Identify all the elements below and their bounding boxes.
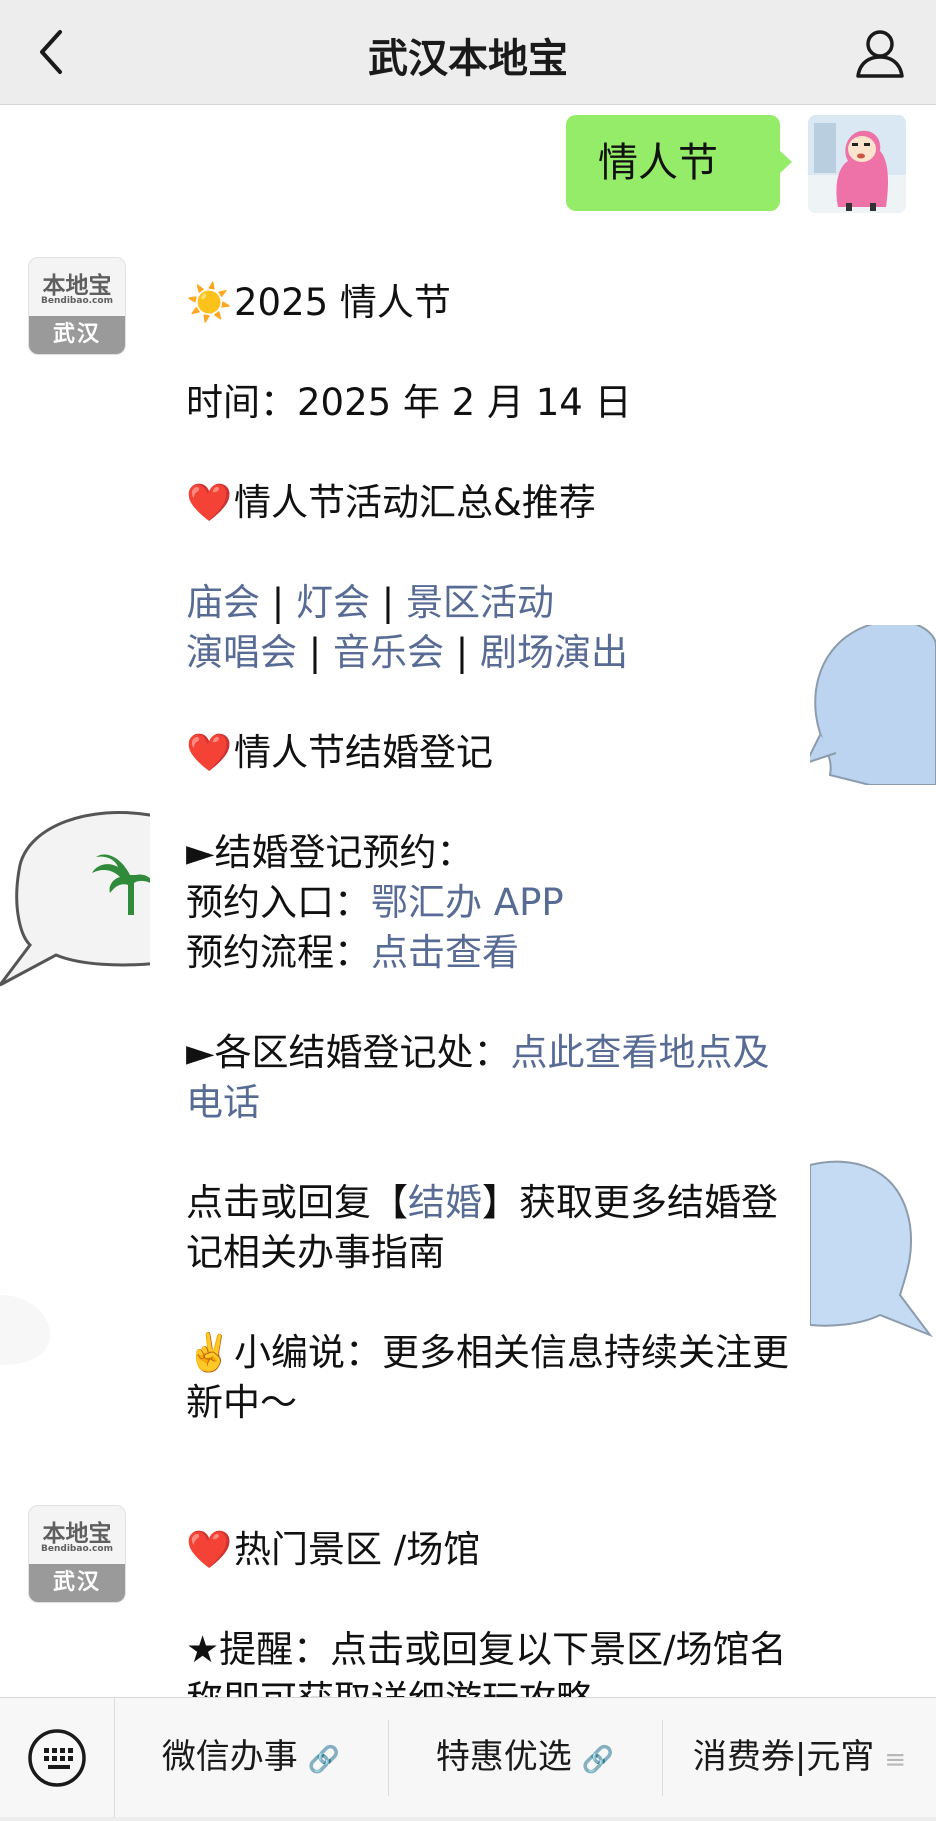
- link-temple-fair[interactable]: 庙会: [186, 581, 260, 624]
- reminder-text: ★提醒：点击或回复以下景区/场馆名称即可获取详细游玩攻略: [186, 1628, 787, 1697]
- activity-links-row-2: 演唱会 | 音乐会 | 剧场演出: [186, 628, 796, 678]
- editor-note-text: 小编说：更多相关信息持续关注更新中～: [186, 1331, 789, 1424]
- reply-hint-pre: 点击或回复【: [186, 1181, 408, 1224]
- booking-process-line: 预约流程：点击查看: [186, 928, 796, 978]
- link-booking-process[interactable]: 点击查看: [371, 931, 519, 974]
- section-heading-marriage: ❤️情人节结婚登记: [186, 728, 796, 778]
- top-bar: 武汉本地宝: [0, 0, 936, 105]
- section-heading-activities: ❤️情人节活动汇总&推荐: [186, 478, 796, 528]
- message-title-line: ☀️2025 情人节: [186, 278, 796, 328]
- heart-icon: ❤️: [186, 731, 233, 774]
- link-lantern-show[interactable]: 灯会: [296, 581, 370, 624]
- avatar-brand-text: 本地宝: [42, 272, 112, 299]
- bottom-menu-bar: 微信办事 🔗 特惠优选 🔗 消费券|元宵 ≡: [0, 1697, 936, 1817]
- profile-button[interactable]: [850, 24, 910, 84]
- menu-item-wechat-services[interactable]: 微信办事 🔗: [115, 1698, 387, 1817]
- link-separator: |: [297, 631, 333, 674]
- bot-avatar[interactable]: 本地宝 Bendibao.com 武汉: [28, 1505, 126, 1603]
- event-title: 2025 情人节: [234, 281, 451, 324]
- section-title: 热门景区 /场馆: [234, 1528, 481, 1571]
- menu-item-label: 微信办事: [161, 1737, 298, 1777]
- bot-avatar[interactable]: 本地宝 Bendibao.com 武汉: [28, 257, 126, 355]
- offices-label: ►各区结婚登记处：: [186, 1031, 511, 1074]
- bot-message: ❤️热门景区 /场馆 ★提醒：点击或回复以下景区/场馆名称即可获取详细游玩攻略: [186, 1525, 796, 1697]
- link-marriage-keyword[interactable]: 结婚: [408, 1181, 482, 1224]
- link-concert[interactable]: 演唱会: [186, 631, 297, 674]
- link-theater-shows[interactable]: 剧场演出: [480, 631, 628, 674]
- menu-item-label: 消费券|元宵: [692, 1737, 875, 1777]
- link-separator: |: [370, 581, 406, 624]
- menu-lines-icon: ≡: [884, 1745, 907, 1775]
- editor-note: ✌️小编说：更多相关信息持续关注更新中～: [186, 1328, 796, 1428]
- heart-icon: ❤️: [186, 481, 233, 524]
- activity-links-row-1: 庙会 | 灯会 | 景区活动: [186, 578, 796, 628]
- booking-entry-label: 预约入口：: [186, 881, 371, 924]
- event-time: 时间：2025 年 2 月 14 日: [186, 381, 632, 424]
- user-message-bubble[interactable]: 情人节: [566, 115, 792, 211]
- avatar-city-text: 武汉: [29, 316, 125, 354]
- link-scenic-activities[interactable]: 景区活动: [406, 581, 554, 624]
- booking-heading: ►结婚登记预约：: [186, 831, 474, 874]
- link-icon: 🔗: [307, 1745, 341, 1775]
- chat-area[interactable]: 情人节 本地宝 Bendibao.com 武汉 ☀️2025 情人节 时间：20…: [0, 105, 936, 1697]
- menu-item-coupons[interactable]: 消费券|元宵 ≡: [663, 1698, 936, 1817]
- ghost-doodle-left-faint: [0, 1295, 50, 1365]
- sun-icon: ☀️: [186, 281, 233, 324]
- avatar-city-text: 武汉: [29, 1564, 125, 1602]
- section-heading-scenic: ❤️热门景区 /场馆: [186, 1525, 796, 1575]
- menu-item-special-offers[interactable]: 特惠优选 🔗: [389, 1698, 661, 1817]
- avatar-site-text: Bendibao.com: [41, 1544, 113, 1554]
- keyboard-toggle-button[interactable]: [0, 1698, 115, 1817]
- menu-item-label: 特惠优选: [435, 1737, 572, 1777]
- booking-entry-line: 预约入口：鄂汇办 APP: [186, 878, 796, 928]
- link-music-concert[interactable]: 音乐会: [333, 631, 444, 674]
- booking-process-label: 预约流程：: [186, 931, 371, 974]
- ghost-doodle-right-bottom: [810, 1160, 933, 1338]
- section-title: 情人节结婚登记: [234, 731, 493, 774]
- reply-hint: 点击或回复【结婚】获取更多结婚登记相关办事指南: [186, 1178, 796, 1278]
- cartoon-character-avatar-image: [808, 115, 906, 213]
- avatar-site-text: Bendibao.com: [41, 296, 113, 306]
- bot-message: ☀️2025 情人节 时间：2025 年 2 月 14 日 ❤️情人节活动汇总&…: [186, 278, 796, 1428]
- avatar-brand-text: 本地宝: [42, 1520, 112, 1547]
- offices-line: ►各区结婚登记处：点此查看地点及电话: [186, 1028, 796, 1128]
- heart-icon: ❤️: [186, 1528, 233, 1571]
- section-title: 情人节活动汇总&推荐: [234, 481, 596, 524]
- page-title: 武汉本地宝: [368, 36, 568, 82]
- ghost-doodle-right-top: [810, 585, 936, 785]
- link-separator: |: [260, 581, 296, 624]
- link-ehuiban-app[interactable]: 鄂汇办 APP: [371, 881, 564, 924]
- victory-hand-icon: ✌️: [186, 1331, 233, 1374]
- keyboard-icon: [28, 1729, 86, 1787]
- link-icon: 🔗: [581, 1745, 615, 1775]
- user-avatar[interactable]: [808, 115, 906, 213]
- ghost-doodle-left-palm: [0, 795, 160, 1015]
- person-icon: [856, 30, 904, 78]
- link-separator: |: [444, 631, 480, 674]
